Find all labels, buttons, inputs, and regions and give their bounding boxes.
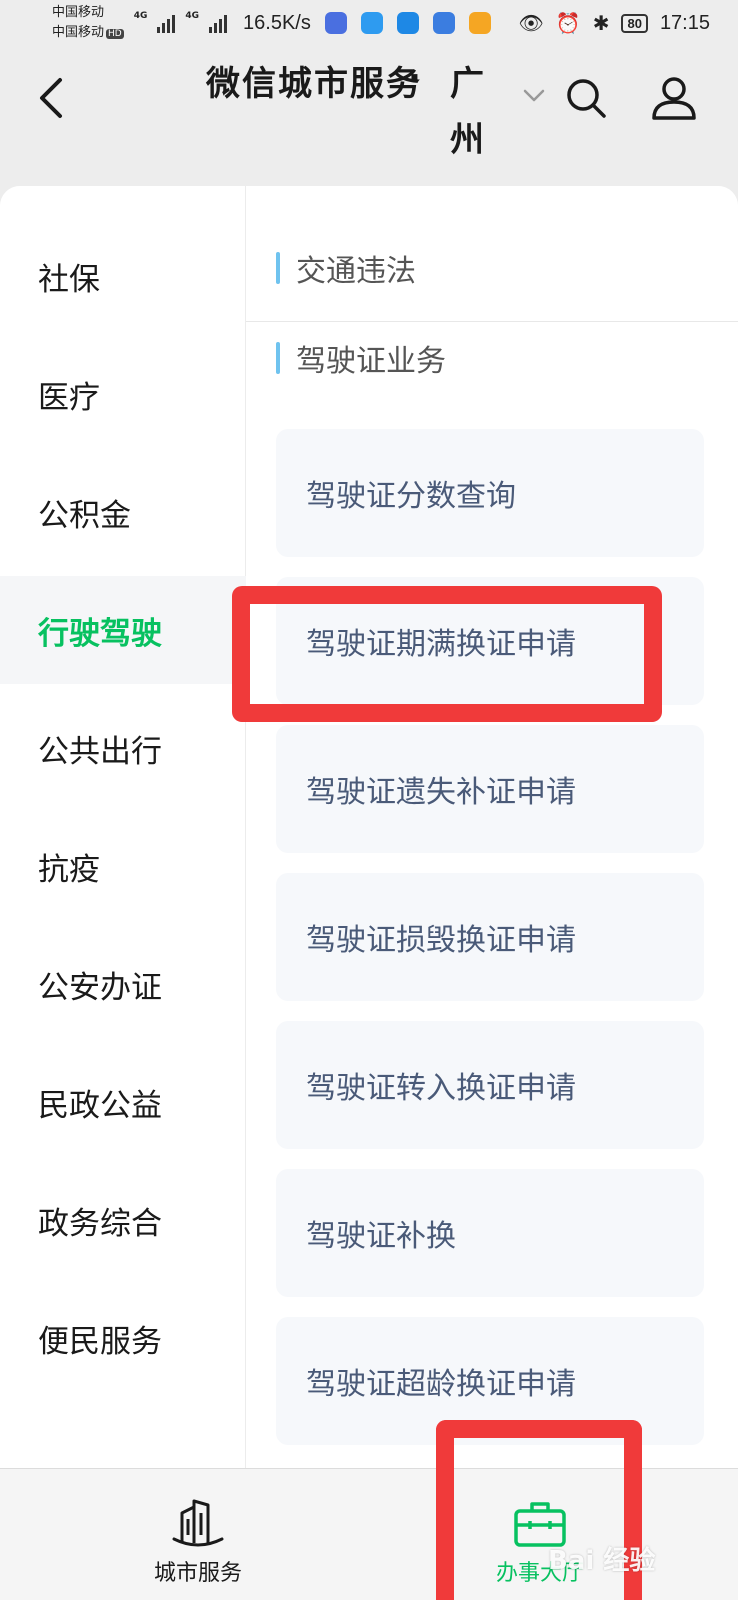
sidebar-item-medical[interactable]: 医疗 — [0, 340, 246, 448]
city-selector[interactable]: 广州 — [450, 56, 494, 168]
sidebar-item-government[interactable]: 政务综合 — [0, 1166, 246, 1274]
section-header-license-business: 驾驶证业务 — [276, 338, 446, 379]
sidebar-item-driving[interactable]: 行驶驾驶 — [0, 576, 246, 684]
sidebar-item-label: 行驶驾驶 — [38, 615, 162, 652]
sidebar-item-label: 政务综合 — [38, 1205, 162, 1242]
user-profile-icon[interactable] — [650, 74, 698, 122]
sidebar-item-label: 抗疫 — [38, 851, 100, 888]
sidebar-item-epidemic[interactable]: 抗疫 — [0, 812, 246, 920]
sidebar-item-label: 医疗 — [38, 379, 100, 416]
app-header: 微信城市服务 · 广州 — [0, 46, 738, 186]
status-bar-right: 👁 ⏰ ✱ 80 17:15 — [518, 11, 710, 36]
annotation-highlight-renewal — [232, 586, 662, 722]
eye-icon: 👁 — [518, 12, 544, 35]
signal-icon — [157, 13, 176, 33]
service-item-license-points[interactable]: 驾驶证分数查询 — [276, 429, 704, 557]
status-bar-left: 中国移动 中国移动 HD 4G 4G 16.5K/s — [52, 3, 491, 44]
tab-city-services[interactable]: 城市服务 — [98, 1469, 298, 1600]
sidebar-item-label: 便民服务 — [38, 1323, 162, 1360]
sidebar-item-housing-fund[interactable]: 公积金 — [0, 458, 246, 566]
chevron-down-icon[interactable] — [522, 88, 546, 104]
carrier-info: 中国移动 中国移动 HD — [52, 3, 124, 44]
browser-app-icon — [360, 12, 383, 34]
carrier-2: 中国移动 HD — [52, 24, 124, 40]
sidebar-item-police-certificates[interactable]: 公安办证 — [0, 930, 246, 1038]
service-item-license-replace[interactable]: 驾驶证补换 — [276, 1169, 704, 1297]
sidebar-item-label: 社保 — [38, 261, 100, 298]
sidebar-item-label: 公安办证 — [38, 969, 162, 1006]
sidebar-item-label: 公共出行 — [38, 733, 162, 770]
sidebar-item-civil-affairs[interactable]: 民政公益 — [0, 1048, 246, 1156]
service-item-license-transfer[interactable]: 驾驶证转入换证申请 — [276, 1021, 704, 1149]
sidebar-item-social-security[interactable]: 社保 — [0, 222, 246, 330]
sidebar-item-label: 民政公益 — [38, 1087, 162, 1124]
bluetooth-icon: ✱ — [592, 12, 610, 35]
service-item-license-damaged[interactable]: 驾驶证损毁换证申请 — [276, 873, 704, 1001]
tab-label: 城市服务 — [153, 1561, 242, 1586]
section-divider — [246, 321, 738, 322]
sidebar-item-convenience[interactable]: 便民服务 — [0, 1284, 246, 1392]
title-separator: · — [408, 58, 421, 98]
alarm-icon: ⏰ — [555, 12, 581, 35]
sidebar-item-public-transport[interactable]: 公共出行 — [0, 694, 246, 802]
network-type-1: 4G — [133, 10, 148, 21]
battery-indicator: 80 — [621, 13, 648, 33]
clock: 17:15 — [659, 11, 710, 34]
weather-app-icon — [468, 12, 491, 34]
baidu-watermark: Bai 经验 — [548, 1546, 656, 1576]
sidebar-item-label: 公积金 — [38, 497, 131, 534]
content-panel: 社保 医疗 公积金 行驶驾驶 公共出行 抗疫 公安办证 民政公益 政务综合 便民… — [0, 186, 738, 1468]
compass-app-icon — [432, 12, 455, 34]
back-arrow-icon[interactable] — [34, 76, 74, 120]
carrier-1: 中国移动 — [52, 4, 105, 20]
service-list: 交通违法 驾驶证业务 驾驶证分数查询 驾驶证期满换证申请 驾驶证遗失补证申请 驾… — [246, 186, 738, 1468]
city-buildings-icon — [172, 1499, 224, 1547]
bulb-app-icon — [396, 12, 419, 34]
category-sidebar: 社保 医疗 公积金 行驶驾驶 公共出行 抗疫 公安办证 民政公益 政务综合 便民… — [0, 186, 246, 1468]
search-icon[interactable] — [564, 76, 608, 120]
section-header-traffic-violation[interactable]: 交通违法 — [276, 248, 416, 289]
signal-icon-2 — [209, 13, 228, 33]
network-type-2: 4G — [185, 10, 200, 21]
status-bar: 中国移动 中国移动 HD 4G 4G 16.5K/s 👁 ⏰ ✱ 80 17:15 — [0, 0, 738, 46]
music-app-icon — [324, 12, 347, 34]
network-speed: 16.5K/s — [243, 11, 311, 34]
service-item-license-lost[interactable]: 驾驶证遗失补证申请 — [276, 725, 704, 853]
hd-badge: HD — [106, 28, 124, 39]
